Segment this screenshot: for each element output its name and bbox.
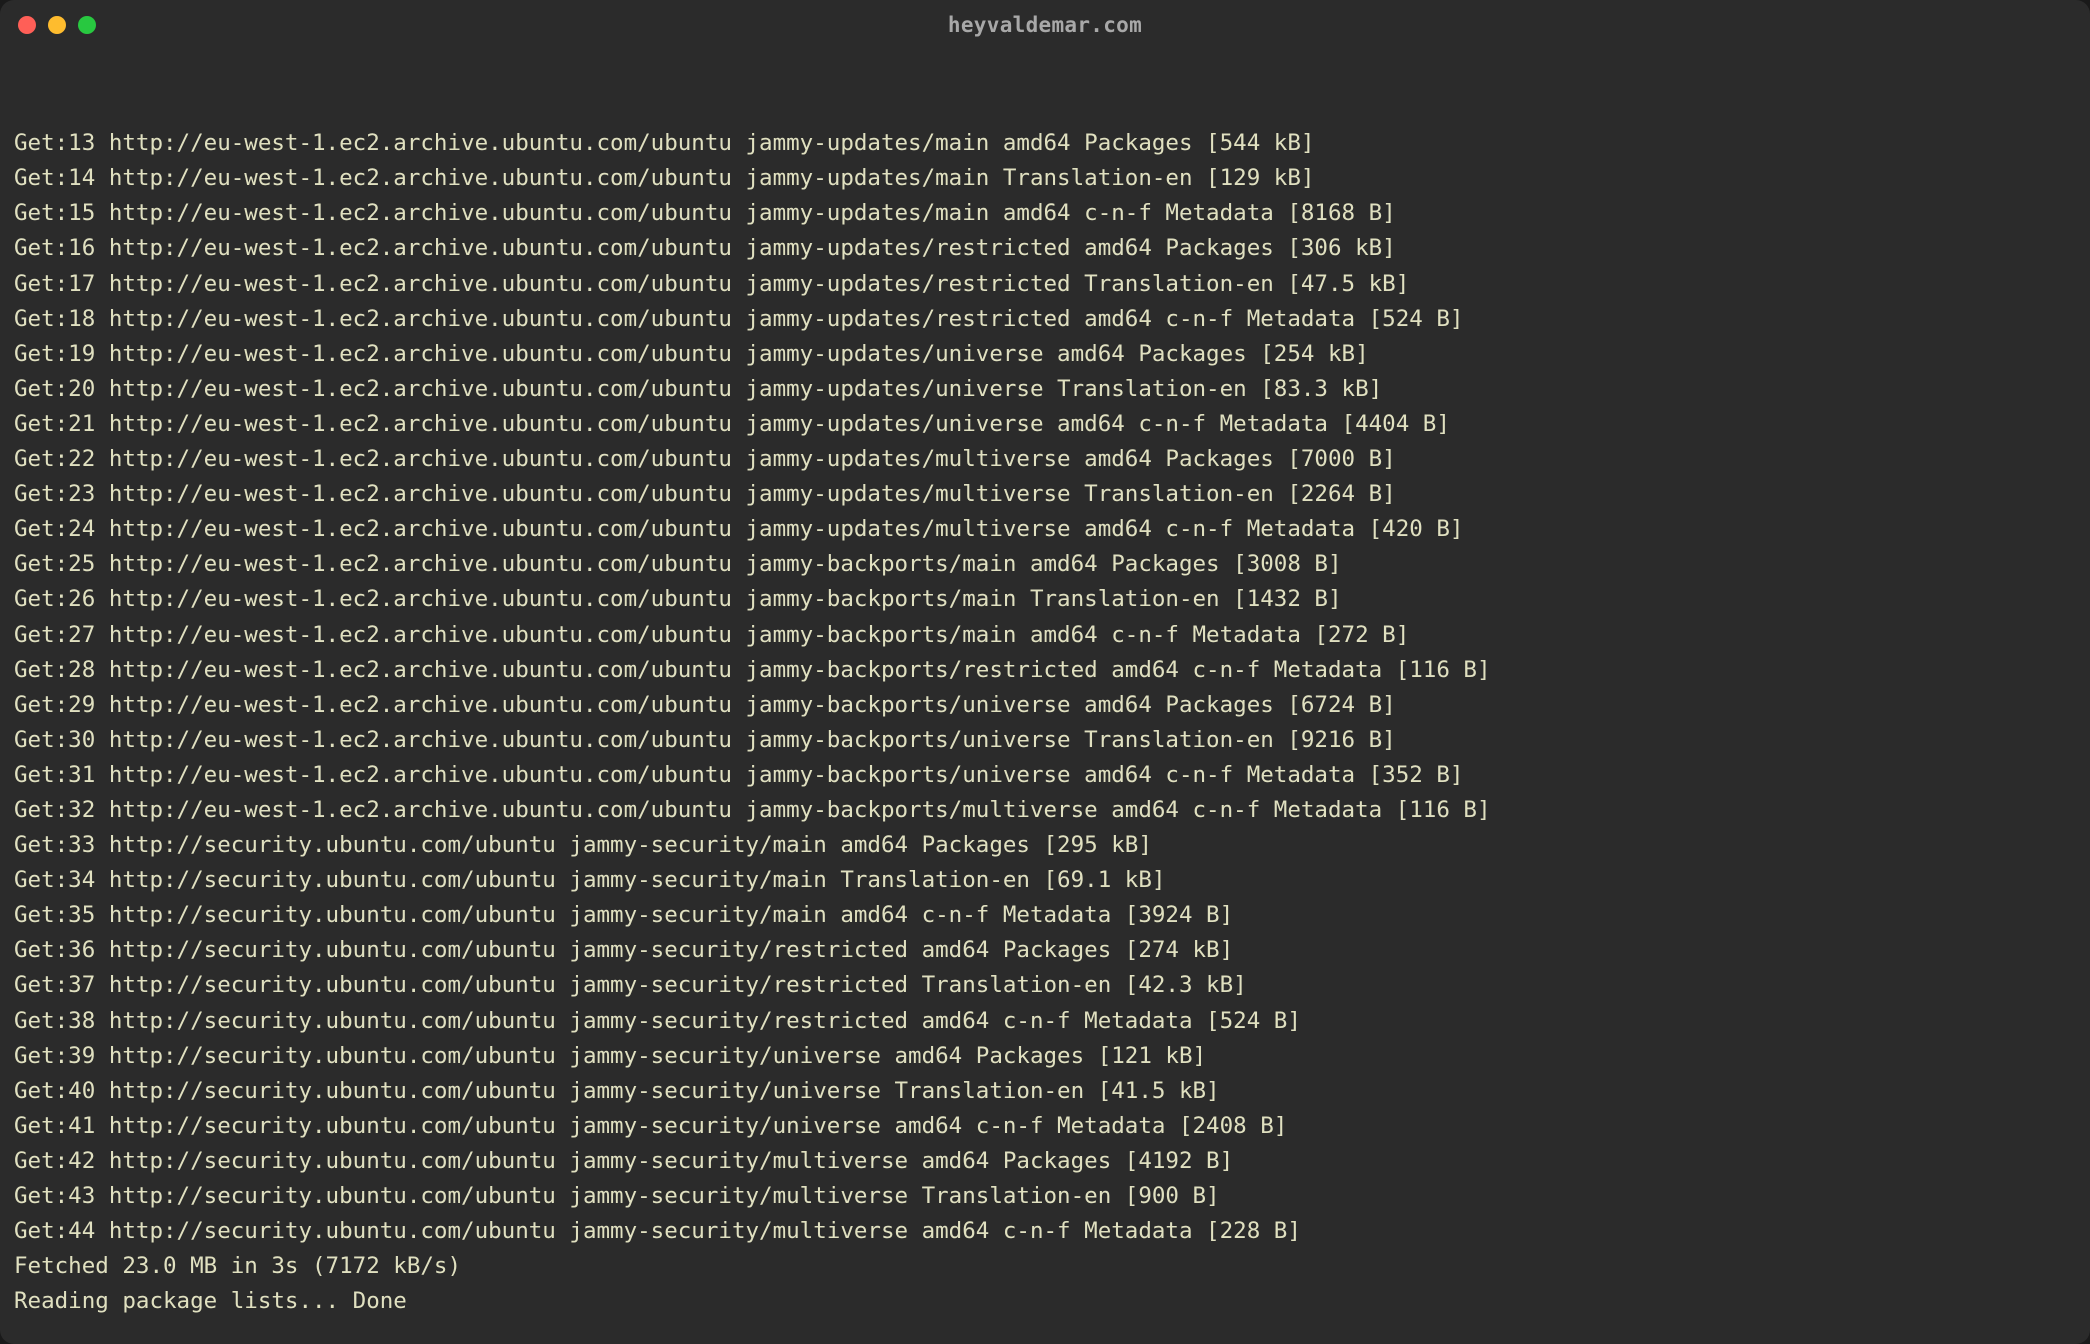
terminal-line: Get:39 http://security.ubuntu.com/ubuntu… <box>14 1039 2076 1074</box>
terminal-line: Get:42 http://security.ubuntu.com/ubuntu… <box>14 1144 2076 1179</box>
terminal-line: Get:37 http://security.ubuntu.com/ubuntu… <box>14 968 2076 1003</box>
terminal-line: Get:23 http://eu-west-1.ec2.archive.ubun… <box>14 477 2076 512</box>
terminal-line: Get:27 http://eu-west-1.ec2.archive.ubun… <box>14 618 2076 653</box>
traffic-lights <box>18 16 96 34</box>
terminal-line: Get:18 http://eu-west-1.ec2.archive.ubun… <box>14 302 2076 337</box>
terminal-line: Get:28 http://eu-west-1.ec2.archive.ubun… <box>14 653 2076 688</box>
terminal-line: Get:17 http://eu-west-1.ec2.archive.ubun… <box>14 267 2076 302</box>
terminal-line: Get:15 http://eu-west-1.ec2.archive.ubun… <box>14 196 2076 231</box>
titlebar: heyvaldemar.com <box>0 0 2090 50</box>
window-title: heyvaldemar.com <box>948 13 1142 37</box>
terminal-line: Get:41 http://security.ubuntu.com/ubuntu… <box>14 1109 2076 1144</box>
terminal-line: Get:35 http://security.ubuntu.com/ubuntu… <box>14 898 2076 933</box>
terminal-output: Get:13 http://eu-west-1.ec2.archive.ubun… <box>14 126 2076 1319</box>
terminal-line: Get:33 http://security.ubuntu.com/ubuntu… <box>14 828 2076 863</box>
terminal-line: Get:29 http://eu-west-1.ec2.archive.ubun… <box>14 688 2076 723</box>
terminal-line: Get:20 http://eu-west-1.ec2.archive.ubun… <box>14 372 2076 407</box>
terminal-line: Get:32 http://eu-west-1.ec2.archive.ubun… <box>14 793 2076 828</box>
terminal-line: Get:30 http://eu-west-1.ec2.archive.ubun… <box>14 723 2076 758</box>
terminal-line: Get:31 http://eu-west-1.ec2.archive.ubun… <box>14 758 2076 793</box>
terminal-line: Get:13 http://eu-west-1.ec2.archive.ubun… <box>14 126 2076 161</box>
terminal-line: Get:34 http://security.ubuntu.com/ubuntu… <box>14 863 2076 898</box>
terminal-line: Get:14 http://eu-west-1.ec2.archive.ubun… <box>14 161 2076 196</box>
terminal-line: Get:36 http://security.ubuntu.com/ubuntu… <box>14 933 2076 968</box>
terminal-line: Get:16 http://eu-west-1.ec2.archive.ubun… <box>14 231 2076 266</box>
maximize-icon[interactable] <box>78 16 96 34</box>
terminal-line: Get:26 http://eu-west-1.ec2.archive.ubun… <box>14 582 2076 617</box>
terminal-body[interactable]: Get:13 http://eu-west-1.ec2.archive.ubun… <box>0 50 2090 1344</box>
terminal-line: Get:19 http://eu-west-1.ec2.archive.ubun… <box>14 337 2076 372</box>
terminal-line: Get:38 http://security.ubuntu.com/ubuntu… <box>14 1004 2076 1039</box>
terminal-line: Reading package lists... Done <box>14 1284 2076 1319</box>
terminal-line: Get:40 http://security.ubuntu.com/ubuntu… <box>14 1074 2076 1109</box>
terminal-line: Get:22 http://eu-west-1.ec2.archive.ubun… <box>14 442 2076 477</box>
terminal-line: Get:43 http://security.ubuntu.com/ubuntu… <box>14 1179 2076 1214</box>
terminal-line: Fetched 23.0 MB in 3s (7172 kB/s) <box>14 1249 2076 1284</box>
close-icon[interactable] <box>18 16 36 34</box>
terminal-line: Get:25 http://eu-west-1.ec2.archive.ubun… <box>14 547 2076 582</box>
terminal-line: Get:24 http://eu-west-1.ec2.archive.ubun… <box>14 512 2076 547</box>
terminal-window: heyvaldemar.com Get:13 http://eu-west-1.… <box>0 0 2090 1344</box>
minimize-icon[interactable] <box>48 16 66 34</box>
terminal-line: Get:44 http://security.ubuntu.com/ubuntu… <box>14 1214 2076 1249</box>
terminal-line: Get:21 http://eu-west-1.ec2.archive.ubun… <box>14 407 2076 442</box>
